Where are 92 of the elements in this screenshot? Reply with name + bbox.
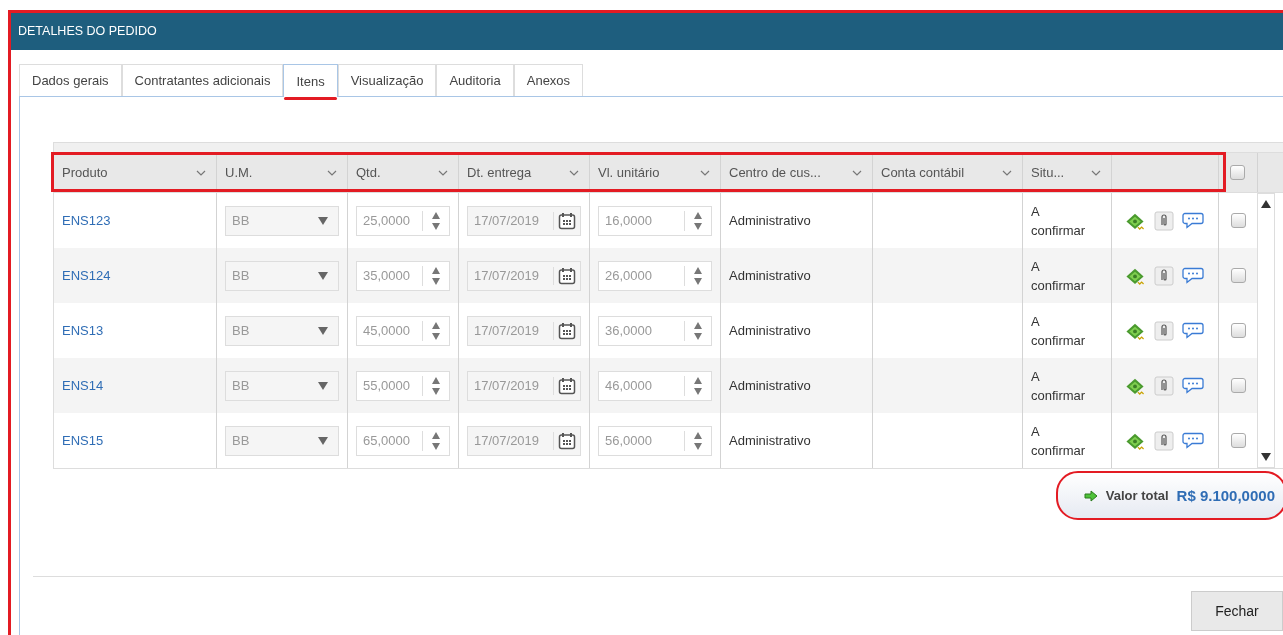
tab[interactable]: Dados gerais: [19, 64, 122, 96]
window-title: DETALHES DO PEDIDO: [18, 24, 157, 38]
table-cell: Administrativo: [729, 323, 811, 338]
date-field[interactable]: 17/07/2019: [467, 315, 581, 346]
tab[interactable]: Anexos: [513, 64, 584, 96]
close-button[interactable]: Fechar: [1191, 591, 1283, 631]
column-header[interactable]: U.M.: [217, 153, 348, 192]
quantity-field[interactable]: 35,0000: [356, 260, 450, 291]
chevron-down-icon[interactable]: [852, 169, 862, 176]
column-header[interactable]: Vl. unitário: [590, 153, 721, 192]
status-text: A confirmar: [1031, 367, 1087, 405]
row-checkbox[interactable]: [1230, 433, 1246, 448]
status-text: A confirmar: [1031, 422, 1087, 460]
product-link[interactable]: ENS14: [62, 378, 104, 393]
tab[interactable]: Itens: [283, 64, 338, 97]
column-header[interactable]: Conta contábil: [873, 153, 1023, 192]
dropdown-arrow-icon[interactable]: [318, 216, 328, 225]
quantity-field[interactable]: 65,0000: [356, 425, 450, 456]
dropdown-arrow-icon[interactable]: [318, 326, 328, 335]
table-cell: Administrativo: [729, 378, 811, 393]
column-header[interactable]: Dt. entrega: [459, 153, 590, 192]
money-icon[interactable]: [1124, 431, 1146, 450]
money-icon[interactable]: [1124, 211, 1146, 230]
column-header[interactable]: Produto: [54, 153, 217, 192]
row-checkbox[interactable]: [1230, 213, 1246, 228]
date-field[interactable]: 17/07/2019: [467, 260, 581, 291]
paperclip-icon[interactable]: [1154, 265, 1174, 286]
comment-icon[interactable]: [1182, 431, 1204, 450]
quantity-field[interactable]: 55,0000: [356, 370, 450, 401]
money-icon[interactable]: [1124, 376, 1146, 395]
unit-select[interactable]: BB: [225, 260, 339, 291]
unit-price-field[interactable]: 16,0000: [598, 205, 712, 236]
dropdown-arrow-icon[interactable]: [318, 436, 328, 445]
annotation-underline: [284, 97, 337, 100]
table-cell: Administrativo: [729, 433, 811, 448]
status-text: A confirmar: [1031, 312, 1087, 350]
column-header[interactable]: Qtd.: [348, 153, 459, 192]
column-header[interactable]: Situ...: [1023, 153, 1112, 192]
product-link[interactable]: ENS124: [62, 268, 111, 283]
product-link[interactable]: ENS13: [62, 323, 104, 338]
dropdown-arrow-icon[interactable]: [318, 271, 328, 280]
scroll-up-icon[interactable]: [1261, 200, 1271, 208]
chevron-down-icon[interactable]: [327, 169, 337, 176]
product-link[interactable]: ENS15: [62, 433, 104, 448]
date-field[interactable]: 17/07/2019: [467, 370, 581, 401]
chevron-down-icon[interactable]: [196, 169, 206, 176]
row-checkbox[interactable]: [1230, 268, 1246, 283]
product-link[interactable]: ENS123: [62, 213, 111, 228]
scrollbar[interactable]: [1257, 193, 1275, 468]
tab[interactable]: Visualização: [337, 64, 437, 96]
unit-price-field[interactable]: 56,0000: [598, 425, 712, 456]
unit-price-field[interactable]: 46,0000: [598, 370, 712, 401]
status-text: A confirmar: [1031, 257, 1087, 295]
dropdown-arrow-icon[interactable]: [318, 381, 328, 390]
unit-select[interactable]: BB: [225, 205, 339, 236]
select-all-checkbox[interactable]: [1229, 165, 1245, 180]
unit-price-field[interactable]: 26,0000: [598, 260, 712, 291]
comment-icon[interactable]: [1182, 376, 1204, 395]
scroll-down-icon[interactable]: [1261, 453, 1271, 461]
unit-select[interactable]: BB: [225, 315, 339, 346]
quantity-field[interactable]: 25,0000: [356, 205, 450, 236]
arrow-right-icon: [1083, 489, 1098, 502]
chevron-down-icon[interactable]: [569, 169, 579, 176]
paperclip-icon[interactable]: [1154, 430, 1174, 451]
paperclip-icon[interactable]: [1154, 210, 1174, 231]
row-checkbox[interactable]: [1230, 323, 1246, 338]
comment-icon[interactable]: [1182, 211, 1204, 230]
money-icon[interactable]: [1124, 321, 1146, 340]
unit-price-field[interactable]: 36,0000: [598, 315, 712, 346]
paperclip-icon[interactable]: [1154, 320, 1174, 341]
column-header[interactable]: Centro de cus...: [721, 153, 873, 192]
comment-icon[interactable]: [1182, 321, 1204, 340]
tab[interactable]: Auditoria: [436, 64, 514, 96]
money-icon[interactable]: [1124, 266, 1146, 285]
comment-icon[interactable]: [1182, 266, 1204, 285]
unit-select[interactable]: BB: [225, 425, 339, 456]
date-field[interactable]: 17/07/2019: [467, 205, 581, 236]
chevron-down-icon[interactable]: [1091, 169, 1101, 176]
total-label: Valor total: [1105, 488, 1169, 503]
chevron-down-icon[interactable]: [438, 169, 448, 176]
date-field[interactable]: 17/07/2019: [467, 425, 581, 456]
table-cell: Administrativo: [729, 268, 811, 283]
unit-select[interactable]: BB: [225, 370, 339, 401]
row-checkbox[interactable]: [1230, 378, 1246, 393]
chevron-down-icon[interactable]: [700, 169, 710, 176]
total-value: R$ 9.100,0000: [1176, 487, 1275, 504]
table-cell: Administrativo: [729, 213, 811, 228]
tab[interactable]: Contratantes adicionais: [121, 64, 284, 96]
status-text: A confirmar: [1031, 202, 1087, 240]
paperclip-icon[interactable]: [1154, 375, 1174, 396]
quantity-field[interactable]: 45,0000: [356, 315, 450, 346]
chevron-down-icon[interactable]: [1002, 169, 1012, 176]
